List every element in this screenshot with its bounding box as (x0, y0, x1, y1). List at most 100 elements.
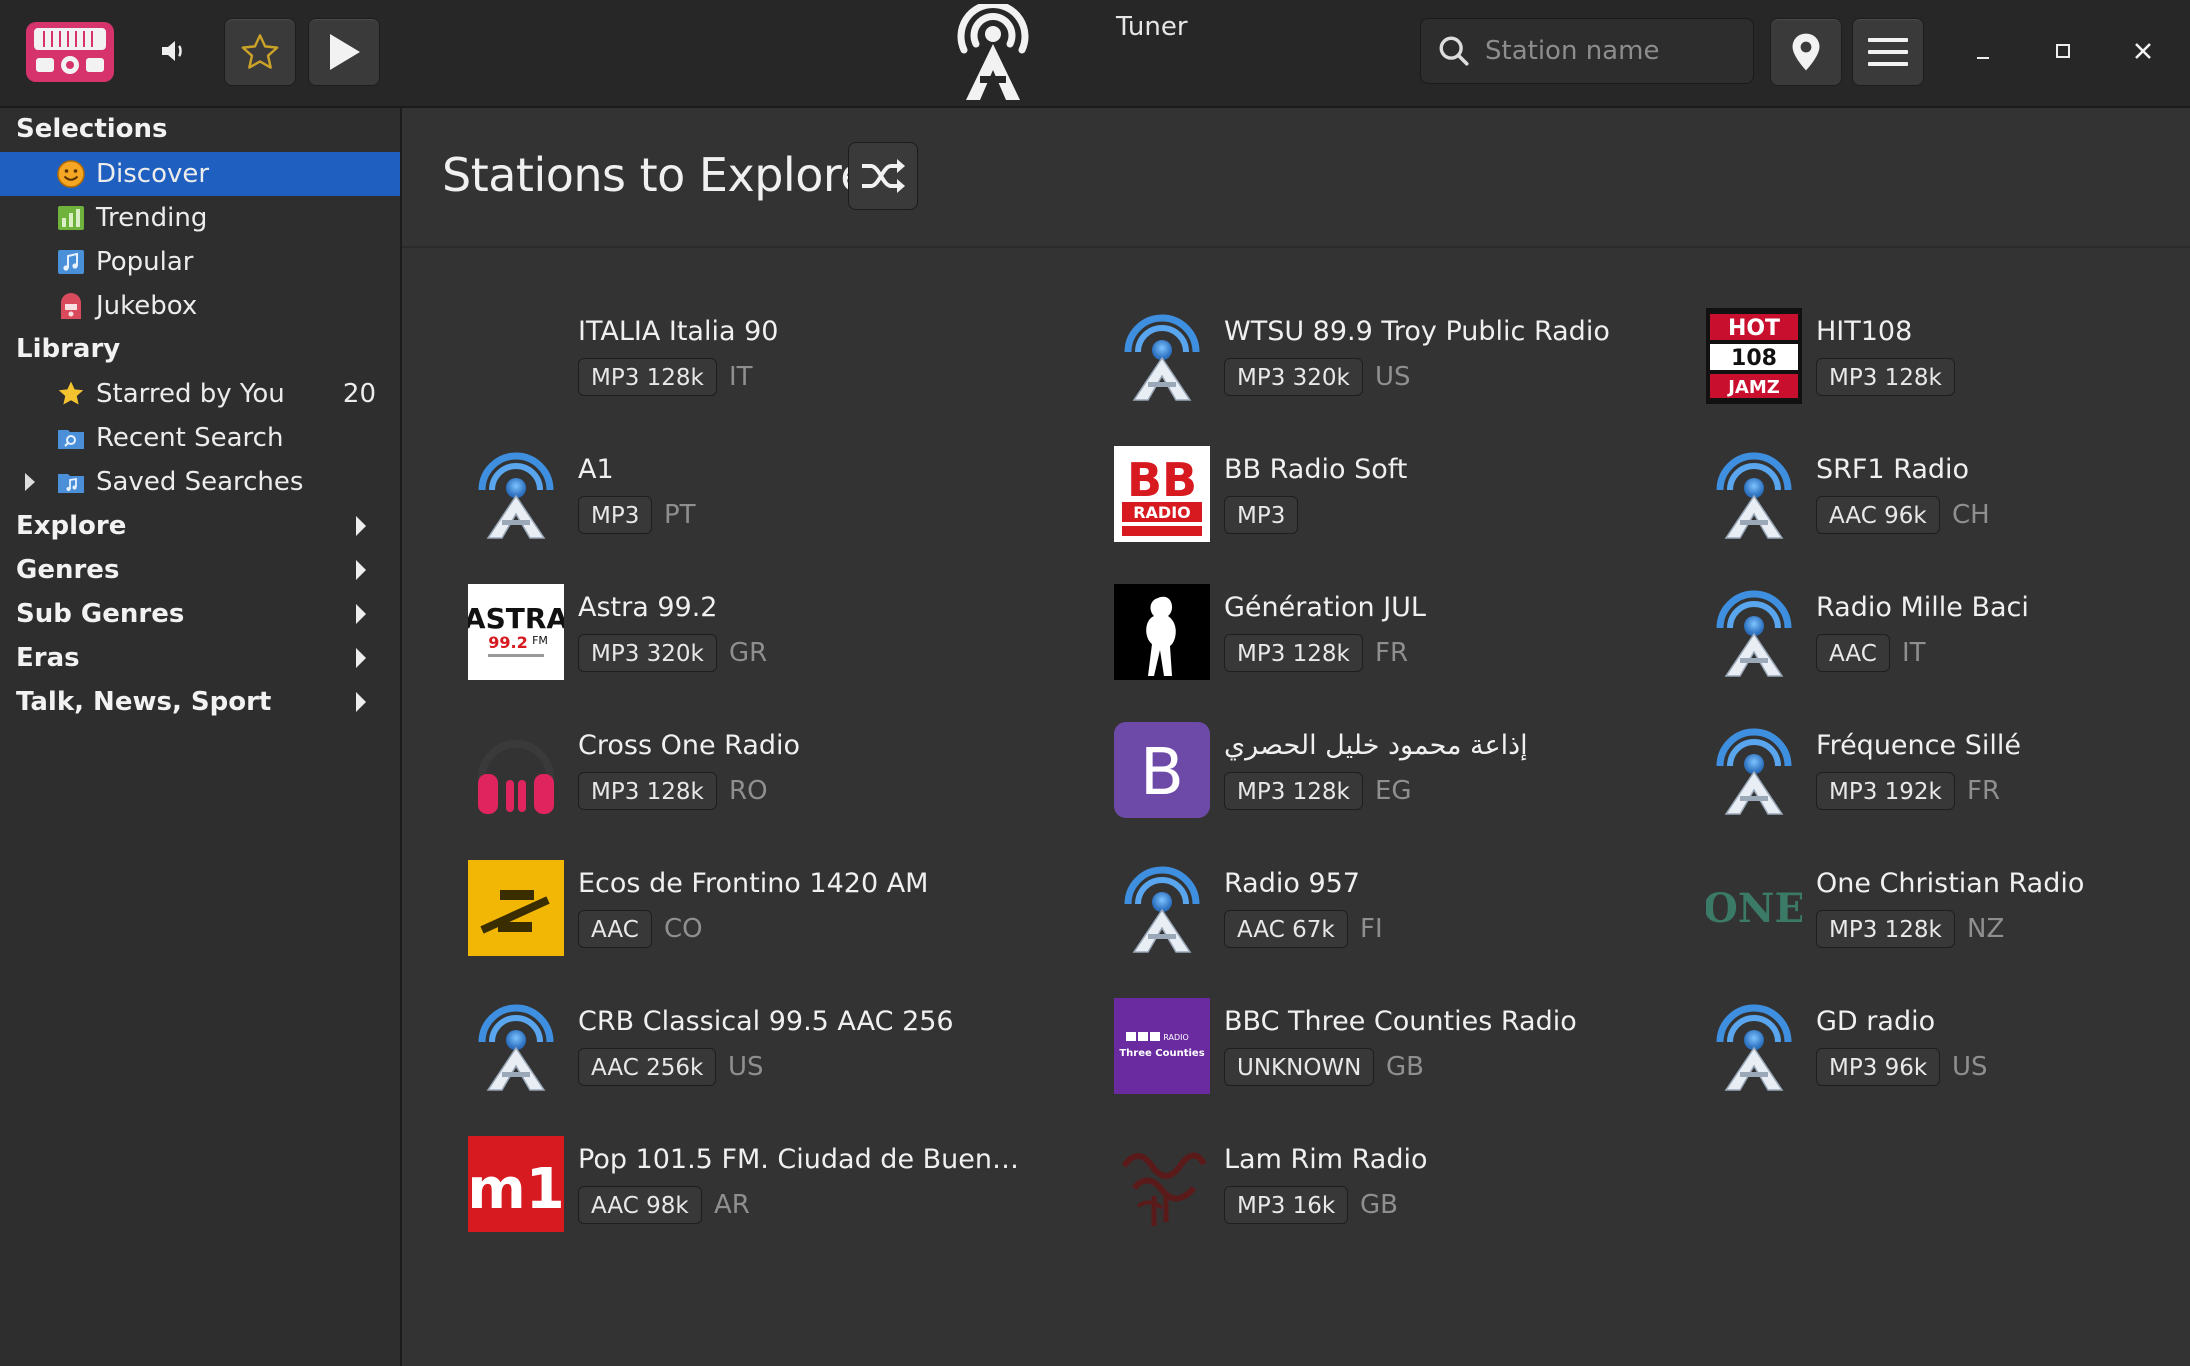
category-label: Eras (16, 643, 80, 673)
station-country: RO (729, 776, 768, 806)
station-codec-badge: MP3 16k (1224, 1186, 1349, 1224)
station-card[interactable]: ASTRA 99.2 FM Astra 99.2 MP3 320k GR (468, 584, 1068, 684)
tuner-antenna-logo-icon (950, 0, 1036, 102)
station-card[interactable]: Lam Rim Radio MP3 16k GB (1114, 1136, 1714, 1236)
svg-text:Three Counties: Three Counties (1119, 1048, 1204, 1059)
sidebar-category-eras[interactable]: Eras (0, 636, 400, 680)
sidebar-category-explore[interactable]: Explore (0, 504, 400, 548)
station-name: A1 (578, 454, 614, 485)
sidebar-item-recent-search[interactable]: Recent Search (0, 416, 400, 460)
location-button[interactable] (1770, 18, 1842, 86)
sidebar-item-saved-searches[interactable]: Saved Searches (0, 460, 400, 504)
station-card[interactable]: CRB Classical 99.5 AAC 256 AAC 256k US (468, 998, 1068, 1098)
station-codec-badge: MP3 128k (1816, 910, 1955, 948)
station-codec-badge: AAC (1816, 634, 1890, 672)
station-name: GD radio (1816, 1006, 1936, 1037)
station-logo-default-antenna-icon (1114, 860, 1210, 956)
sidebar: Selections Discover Trending Popular Juk… (0, 108, 402, 1366)
sidebar-item-label: Recent Search (96, 423, 284, 453)
station-logo-default-antenna-icon (1706, 584, 1802, 680)
station-codec-badge: MP3 128k (1224, 634, 1363, 672)
station-country: GB (1360, 1190, 1398, 1220)
station-logo-one-icon: ONE (1706, 860, 1802, 956)
station-logo-ecos-icon (468, 860, 564, 956)
expand-triangle-icon[interactable] (22, 470, 38, 494)
sidebar-category-talk-news-sport[interactable]: Talk, News, Sport (0, 680, 400, 724)
station-card[interactable]: ITALIA Italia 90 MP3 128k IT (468, 308, 1068, 408)
volume-button[interactable] (146, 18, 200, 84)
sidebar-item-discover[interactable]: Discover (0, 152, 400, 196)
station-name: Astra 99.2 (578, 592, 718, 623)
star-station-button[interactable] (224, 18, 296, 86)
station-codec-badge: UNKNOWN (1224, 1048, 1375, 1086)
station-logo-hot108-icon: HOT 108 JAMZ (1706, 308, 1802, 404)
station-card[interactable]: SRF1 Radio AAC 96k CH (1706, 446, 2190, 546)
station-logo-bb-radio-icon: BB RADIO (1114, 446, 1210, 542)
station-country: FR (1375, 638, 1409, 668)
station-card[interactable]: RADIO Three Counties BBC Three Counties Ra… (1114, 998, 1714, 1098)
station-card[interactable]: Fréquence Sillé MP3 192k FR (1706, 722, 2190, 822)
station-search-input[interactable] (1483, 35, 1747, 67)
minimize-button[interactable] (1958, 26, 2008, 76)
station-card[interactable]: HOT 108 JAMZ HIT108 MP3 128k (1706, 308, 2190, 408)
station-codec-badge: AAC 67k (1224, 910, 1348, 948)
search-folder-icon (58, 430, 84, 449)
station-country: IT (729, 362, 753, 392)
play-button[interactable] (308, 18, 380, 86)
sidebar-item-jukebox[interactable]: Jukebox (0, 284, 400, 328)
selections-heading: Selections (16, 114, 168, 144)
close-button[interactable] (2118, 26, 2168, 76)
station-card[interactable]: Ecos de Frontino 1420 AM AAC CO (468, 860, 1068, 960)
station-logo-default-antenna-icon (1706, 722, 1802, 818)
station-codec-badge: AAC 96k (1816, 496, 1940, 534)
station-codec-badge: MP3 (1224, 496, 1299, 534)
sidebar-category-sub-genres[interactable]: Sub Genres (0, 592, 400, 636)
station-name: HIT108 (1816, 316, 1913, 347)
shuffle-icon (862, 159, 905, 193)
main-menu-button[interactable] (1852, 18, 1924, 86)
sidebar-category-genres[interactable]: Genres (0, 548, 400, 592)
chart-icon (58, 206, 84, 230)
station-card[interactable]: WTSU 89.9 Troy Public Radio MP3 320k US (1114, 308, 1714, 408)
station-country: US (1952, 1052, 1988, 1082)
category-label: Genres (16, 555, 120, 585)
station-card[interactable]: Radio Mille Baci AAC IT (1706, 584, 2190, 684)
station-codec-badge: AAC 256k (578, 1048, 717, 1086)
hamburger-menu-icon (1868, 38, 1908, 66)
sidebar-item-trending[interactable]: Trending (0, 196, 400, 240)
station-card[interactable]: B إذاعة محمود خليل الحصري MP3 128k EG (1114, 722, 1714, 822)
station-country: PT (664, 500, 696, 530)
station-card[interactable]: GD radio MP3 96k US (1706, 998, 2190, 1098)
station-codec-badge: MP3 192k (1816, 772, 1955, 810)
station-logo-bbc-icon: RADIO Three Counties (1114, 998, 1210, 1094)
star-outline-icon (241, 34, 279, 69)
shuffle-button[interactable] (848, 142, 918, 210)
station-card[interactable]: ONE One Christian Radio MP3 128k NZ (1706, 860, 2190, 960)
station-country: AR (714, 1190, 750, 1220)
station-logo-default-antenna-icon (468, 446, 564, 542)
station-card[interactable]: Génération JUL MP3 128k FR (1114, 584, 1714, 684)
station-logo-default-antenna-icon (468, 998, 564, 1094)
station-name: Radio Mille Baci (1816, 592, 2029, 623)
station-country: EG (1375, 776, 1412, 806)
station-name: إذاعة محمود خليل الحصري (1224, 730, 1528, 761)
station-search-box[interactable] (1420, 18, 1754, 84)
station-card[interactable]: Radio 957 AAC 67k FI (1114, 860, 1714, 960)
station-logo-jul-icon (1114, 584, 1210, 680)
station-card[interactable]: A1 MP3 PT (468, 446, 1068, 546)
maximize-button[interactable] (2038, 26, 2088, 76)
chevron-right-icon (356, 604, 366, 624)
station-card[interactable]: m1 Pop 101.5 FM. Ciudad de Buen… AAC 98k AR (468, 1136, 1068, 1236)
svg-text:B: B (1140, 736, 1184, 810)
station-name: Fréquence Sillé (1816, 730, 2021, 761)
station-codec-badge: MP3 128k (1816, 358, 1955, 396)
sidebar-item-starred[interactable]: Starred by You 20 (0, 372, 400, 416)
station-card[interactable]: BB RADIO BB Radio Soft MP3 (1114, 446, 1714, 546)
station-country: US (1375, 362, 1411, 392)
station-codec-badge: MP3 128k (578, 772, 717, 810)
sidebar-item-popular[interactable]: Popular (0, 240, 400, 284)
station-card[interactable]: Cross One Radio MP3 128k RO (468, 722, 1068, 822)
sidebar-item-label: Discover (96, 159, 210, 189)
sidebar-item-label: Jukebox (96, 291, 198, 321)
station-country: FR (1967, 776, 2001, 806)
